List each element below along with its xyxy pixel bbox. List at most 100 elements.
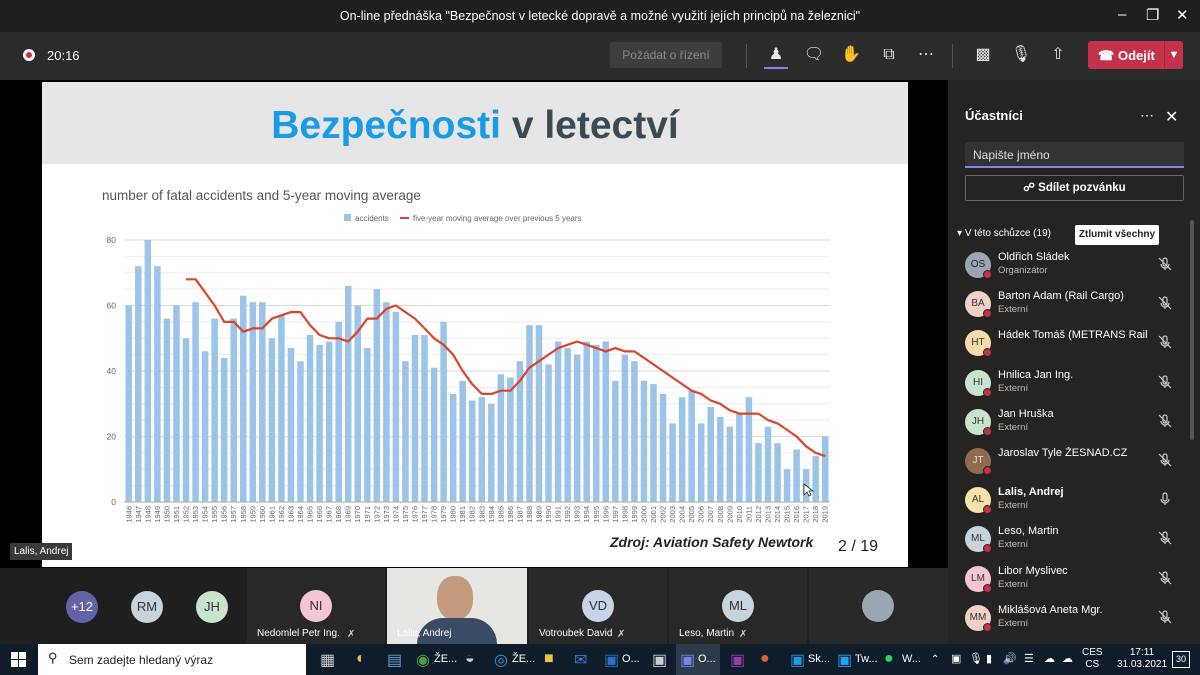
taskbar-app[interactable]: ▣ Tw... xyxy=(833,644,878,675)
participant-row[interactable]: AL Lalis, Andrej Externí xyxy=(948,480,1188,519)
legend-average-label: five-year moving average over previous 5… xyxy=(413,214,582,223)
mic-muted-icon[interactable] xyxy=(1158,335,1172,349)
taskbar-app[interactable]: ■ xyxy=(540,644,564,675)
participant-tile[interactable]: JH xyxy=(180,568,245,644)
avatar: VD xyxy=(582,590,614,622)
avatar: NI xyxy=(300,590,332,622)
participants-icon[interactable]: ♟ xyxy=(764,43,788,67)
taskbar-app[interactable]: ▤ xyxy=(383,644,407,675)
restore-icon[interactable]: ❐ xyxy=(1146,6,1159,24)
mic-muted-icon[interactable] xyxy=(1158,374,1172,389)
teams-icon: ▣ xyxy=(680,652,696,669)
taskbar-app[interactable]: ▣ Sk... xyxy=(786,644,830,675)
taskbar-app[interactable]: ▣ O... xyxy=(600,644,644,675)
participant-tile[interactable] xyxy=(809,568,948,644)
taskbar-app[interactable]: ◎ ŽE... xyxy=(490,644,535,675)
camera-off-icon[interactable]: ▩ xyxy=(971,43,995,67)
taskbar-app[interactable]: ◐ xyxy=(352,644,376,675)
volume-icon[interactable]: 🔊 xyxy=(1003,649,1017,670)
mic-icon[interactable] xyxy=(1158,492,1172,506)
reactions-icon[interactable]: ✋ xyxy=(839,43,863,67)
taskbar-app[interactable]: ▣ O... xyxy=(676,644,720,675)
participant-tile[interactable]: NI Nedomlel Petr Ing. ✗ xyxy=(247,568,385,644)
request-control-button[interactable]: Požádat o řízení xyxy=(610,42,722,68)
share-icon[interactable]: ⇧ xyxy=(1046,43,1070,67)
mic-muted-icon[interactable] xyxy=(1158,453,1172,467)
bar xyxy=(554,341,562,502)
taskbar-app-label: O... xyxy=(622,653,640,665)
participant-row[interactable]: MM Miklášová Aneta Mgr. Externí xyxy=(948,598,1188,637)
taskbar-search-input[interactable]: ⚲ Sem zadejte hledaný výraz xyxy=(38,644,306,675)
x-tick-label: 1946 xyxy=(124,506,133,523)
battery-icon[interactable]: ▮ xyxy=(986,649,992,670)
mute-all-button[interactable]: Ztlumit všechny xyxy=(1075,225,1159,245)
overflow-participants-tile[interactable]: +12 xyxy=(50,568,115,644)
mic-muted-icon[interactable] xyxy=(1158,531,1172,545)
tray-chevron-icon[interactable]: ⌃ xyxy=(931,649,939,670)
share-invite-button[interactable]: ☍ Sdílet pozvánku xyxy=(965,175,1184,201)
taskbar-app[interactable]: ● xyxy=(756,644,780,675)
close-window-icon[interactable]: ✕ xyxy=(1176,6,1189,24)
clock[interactable]: 17:11 31.03.2021 xyxy=(1114,647,1170,671)
status-dot xyxy=(983,583,992,593)
language-indicator[interactable]: CES CS xyxy=(1082,647,1103,671)
taskbar-app[interactable]: ▦ xyxy=(316,644,340,675)
participant-row[interactable]: ML Leso, Martin Externí xyxy=(948,519,1188,558)
leave-button[interactable]: ☎ Odejít ▼ xyxy=(1088,41,1183,69)
x-tick-label: 2013 xyxy=(763,506,772,523)
participant-row[interactable]: OS Oldřich Sládek Organizátor xyxy=(948,245,1188,284)
participant-row[interactable]: JT Jaroslav Tyle ŽESNAD.CZ xyxy=(948,441,1188,480)
tray-app-icon[interactable]: ▣ xyxy=(951,649,961,670)
participant-name: Miklášová Aneta Mgr. xyxy=(998,603,1103,616)
windows-start-icon[interactable] xyxy=(11,652,26,667)
scrollbar[interactable] xyxy=(1190,220,1194,440)
cloud-icon[interactable]: ☁ xyxy=(1062,649,1073,670)
taskbar-app[interactable]: ◒ xyxy=(461,644,485,675)
network-icon[interactable]: ☰ xyxy=(1024,649,1034,670)
x-tick-label: 1979 xyxy=(439,506,448,523)
app-icon: ◒ xyxy=(465,650,475,667)
participant-row[interactable]: LM Libor Myslivec Externí xyxy=(948,559,1188,598)
participant-row[interactable]: HI Hnilica Jan Ing. Externí xyxy=(948,363,1188,402)
more-actions-icon[interactable]: ⋯ xyxy=(914,43,938,67)
mic-muted-icon[interactable] xyxy=(1158,296,1172,310)
close-panel-icon[interactable]: ✕ xyxy=(1165,107,1178,127)
participant-row[interactable]: HT Hádek Tomáš (METRANS Rail) xyxy=(948,323,1188,362)
search-participant-input[interactable]: Napište jméno xyxy=(965,142,1184,168)
participant-row[interactable]: JH Jan Hruška Externí xyxy=(948,402,1188,441)
taskbar-app[interactable]: ✉ xyxy=(570,644,594,675)
taskbar-app[interactable]: ● W... xyxy=(880,644,924,675)
x-tick-label: 1996 xyxy=(601,506,610,523)
mic-muted-icon[interactable] xyxy=(1158,610,1172,624)
participant-role: Externí xyxy=(998,617,1029,629)
rooms-icon[interactable]: ⧉ xyxy=(877,43,901,67)
minimize-icon[interactable]: – xyxy=(1118,6,1126,23)
taskbar-app[interactable]: ▣ xyxy=(726,644,750,675)
mic-off-icon[interactable]: 🎙 xyxy=(1009,43,1033,67)
taskbar-app[interactable]: ◉ ŽE... xyxy=(412,644,457,675)
x-tick-label: 1952 xyxy=(182,506,191,523)
chevron-down-icon[interactable]: ▼ xyxy=(1164,41,1183,69)
participant-row[interactable]: BA Barton Adam (Rail Cargo) Externí xyxy=(948,284,1188,323)
mic-muted-icon[interactable] xyxy=(1158,414,1172,428)
video-tile[interactable]: Lalis, Andrej xyxy=(387,568,527,644)
taskbar-app[interactable]: ▣ xyxy=(648,644,672,675)
mic-muted-icon[interactable] xyxy=(1158,257,1172,271)
tray-mic-icon[interactable]: 🎙 xyxy=(969,649,983,670)
x-tick-label: 1967 xyxy=(325,506,334,523)
notification-center-icon[interactable]: 30 xyxy=(1172,651,1190,668)
bar xyxy=(373,289,381,502)
mic-muted-icon: ✗ xyxy=(347,629,356,640)
participant-tile[interactable]: RM xyxy=(115,568,180,644)
bar xyxy=(535,325,543,502)
onedrive-icon[interactable]: ☁ xyxy=(1044,649,1055,670)
mic-muted-icon[interactable] xyxy=(1158,570,1172,585)
avatar: JH xyxy=(196,591,228,623)
participant-tile[interactable]: VD Votroubek David ✗ xyxy=(529,568,667,644)
x-tick-label: 2009 xyxy=(725,506,734,523)
chat-icon[interactable]: 🗨 xyxy=(802,43,826,67)
more-options-icon[interactable]: ⋯ xyxy=(1140,107,1154,124)
participant-tile[interactable]: ML Leso, Martin ✗ xyxy=(669,568,807,644)
in-meeting-section[interactable]: ▾ V této schůzce (19) xyxy=(957,228,1051,239)
slide-source: Zdroj: Aviation Safety Newtork xyxy=(610,534,814,550)
